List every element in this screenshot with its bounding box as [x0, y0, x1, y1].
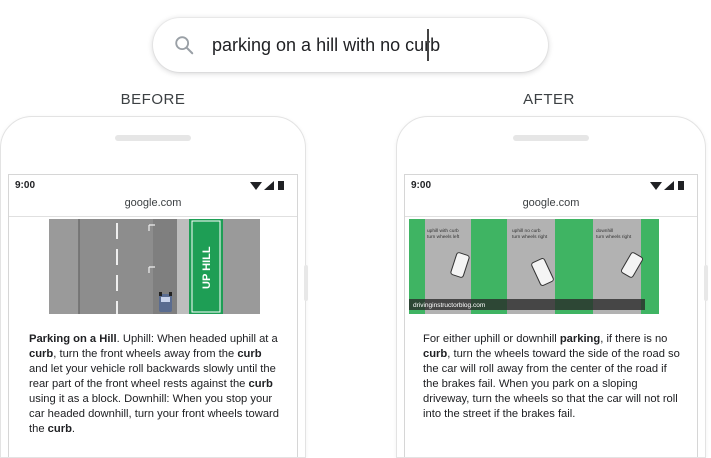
- snippet-part: Parking on a Hill: [29, 333, 117, 345]
- phone-side-button: [704, 265, 708, 301]
- snippet-part: curb: [248, 378, 273, 390]
- status-icons: [650, 181, 684, 190]
- after-snippet: For either uphill or downhill parking, i…: [423, 332, 685, 422]
- snippet-part: , turn the front wheels away from the: [53, 348, 238, 360]
- snippet-part: parking: [559, 333, 601, 345]
- watermark-text: drivinginstructorblog.com: [413, 302, 486, 309]
- status-icons: [250, 181, 284, 190]
- search-icon: [175, 36, 194, 55]
- phone-speaker: [115, 135, 191, 141]
- snippet-part: curb: [47, 423, 72, 435]
- snippet-part: curb: [237, 348, 262, 360]
- phone-speaker: [513, 135, 589, 141]
- status-time: 9:00: [411, 180, 432, 191]
- up-hill-sign: UP HILL: [201, 246, 213, 289]
- before-phone: 9:00 google.com UP HILL Parking on a Hil…: [0, 116, 306, 458]
- after-screen: 9:00 google.com uphill with curb turn wh…: [404, 174, 698, 457]
- before-snippet: Parking on a Hill. Uphill: When headed u…: [29, 332, 281, 437]
- text-cursor: [427, 29, 429, 61]
- status-bar: 9:00: [405, 175, 697, 195]
- uphill-curb-image: UP HILL: [49, 219, 260, 314]
- before-label: BEFORE: [120, 91, 186, 108]
- diagram-caption: uphill with curb turn wheels left: [427, 229, 460, 240]
- url-bar[interactable]: google.com: [9, 195, 297, 217]
- snippet-part: For either uphill or downhill: [423, 333, 560, 345]
- snippet-part: . Uphill: When headed uphill at a: [116, 333, 278, 345]
- status-bar: 9:00: [9, 175, 297, 195]
- status-time: 9:00: [15, 180, 36, 191]
- snippet-part: curb: [29, 348, 54, 360]
- search-query[interactable]: parking on a hill with no curb: [212, 34, 440, 56]
- snippet-part: and let your vehicle roll backwards slow…: [29, 363, 276, 390]
- snippet-part: , if there is no: [600, 333, 668, 345]
- after-phone: 9:00 google.com uphill with curb turn wh…: [396, 116, 706, 458]
- snippet-part: curb: [423, 348, 448, 360]
- snippet-part: , turn the wheels toward the side of the…: [423, 348, 680, 420]
- diagram-caption: uphill no curb turn wheels right: [512, 229, 548, 240]
- phone-side-button: [304, 265, 308, 301]
- search-bar[interactable]: parking on a hill with no curb: [153, 18, 548, 72]
- url-bar[interactable]: google.com: [405, 195, 697, 217]
- before-screen: 9:00 google.com UP HILL Parking on a Hil…: [8, 174, 298, 457]
- snippet-part: .: [71, 423, 76, 435]
- parking-diagram-image: uphill with curb turn wheels left uphill…: [409, 219, 659, 314]
- diagram-caption: downhill turn wheels right: [596, 229, 632, 240]
- after-label: AFTER: [523, 91, 575, 108]
